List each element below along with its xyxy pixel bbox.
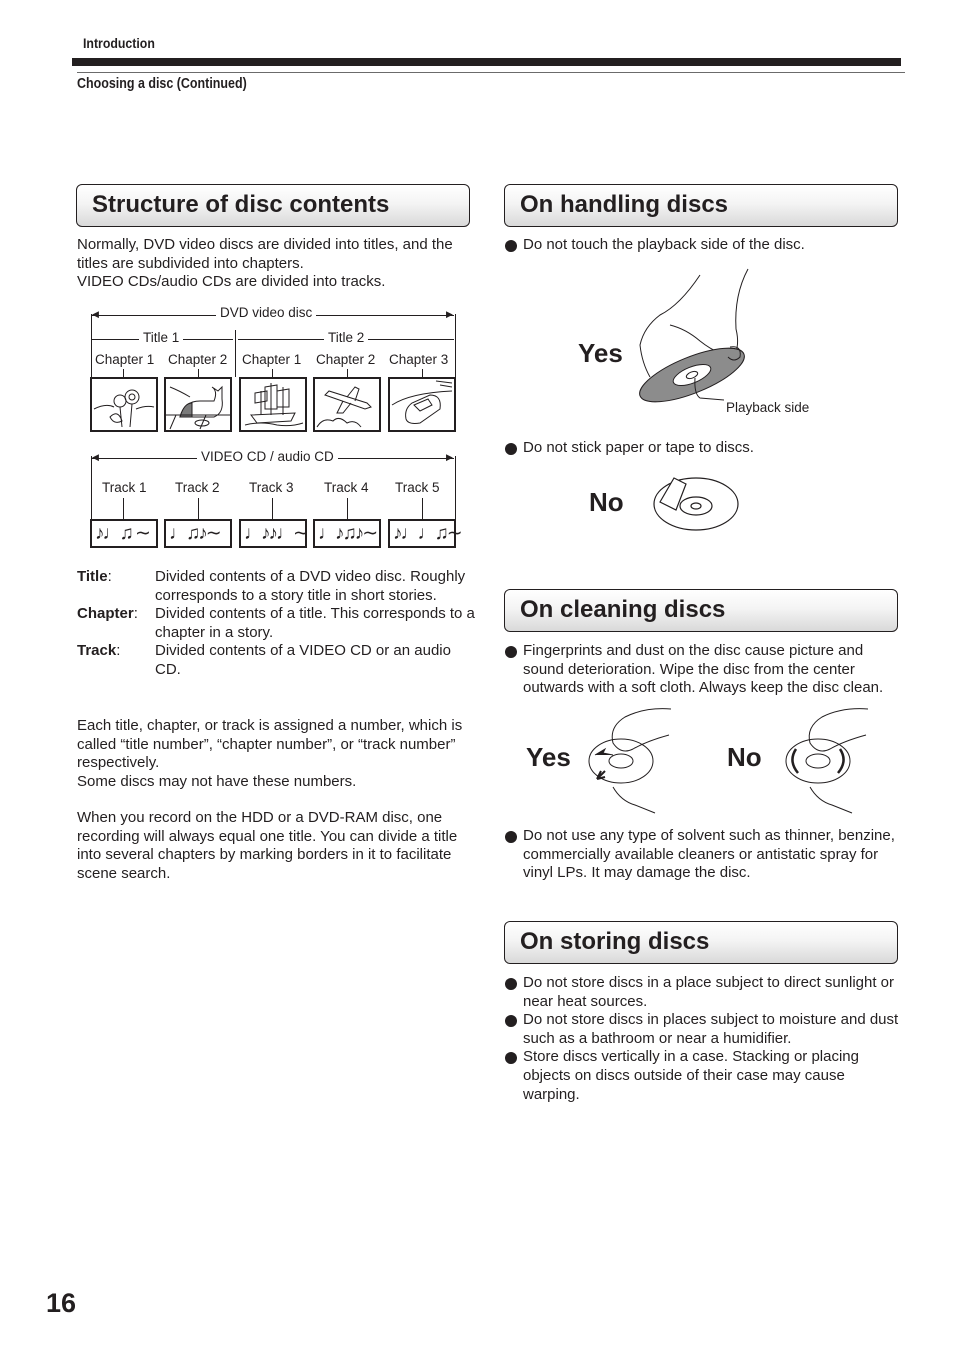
wipe-circular-icon	[782, 705, 872, 815]
handling-bullet-2: Do not stick paper or tape to discs.	[505, 439, 905, 458]
numbering-paragraph: Each title, chapter, or track is assigne…	[77, 717, 477, 791]
bullet-icon	[505, 443, 517, 455]
storing-heading: On storing discs	[504, 921, 898, 964]
track-label: Track 4	[324, 480, 369, 495]
bullet-text: Do not stick paper or tape to discs.	[523, 439, 754, 456]
bullet-text: Store discs vertically in a case. Stacki…	[523, 1048, 859, 1103]
definition-title: Title: Divided contents of a DVD video d…	[77, 568, 477, 605]
music-notes-icon: ♩♪♫♪∼	[313, 519, 381, 548]
track-label: Track 2	[175, 480, 220, 495]
hand-holding-disc-icon	[630, 265, 750, 405]
bullet-text: Do not use any type of solvent such as t…	[523, 827, 895, 882]
numbering-text: Each title, chapter, or track is assigne…	[77, 717, 463, 772]
wipe-outward-icon	[585, 705, 675, 815]
diagram-bracket-right	[455, 456, 456, 520]
playback-side-leader	[694, 377, 725, 408]
track-tick	[123, 498, 124, 520]
bullet-icon	[505, 1052, 517, 1065]
bullet-item: Do not stick paper or tape to discs.	[505, 439, 905, 458]
recording-paragraph: When you record on the HDD or a DVD-RAM …	[77, 809, 458, 882]
bullet-item: Do not store discs in places subject to …	[505, 1011, 905, 1048]
music-notes-icon: ♩♫♪∼	[164, 519, 232, 548]
cd-structure-diagram: ◀ ▶ VIDEO CD / audio CD Track 1 Track 2 …	[0, 0, 954, 560]
bullet-text: Do not store discs in places subject to …	[523, 1011, 899, 1047]
bullet-item: Store discs vertically in a case. Stacki…	[505, 1048, 905, 1104]
numbering-note: Some discs may not have these numbers.	[77, 772, 357, 790]
definition-desc: Divided contents of a title. This corres…	[155, 605, 475, 641]
bullet-text: Do not store discs in a place subject to…	[523, 974, 895, 1010]
handling-yes-label: Yes	[578, 338, 623, 368]
bullet-icon	[505, 978, 517, 990]
definition-desc: Divided contents of a DVD video disc. Ro…	[155, 568, 466, 604]
bullet-icon	[505, 240, 517, 252]
term-title: Title	[77, 568, 108, 585]
music-notes-icon: ♪♩♫ ∼	[90, 519, 158, 548]
bullet-text: Do not touch the playback side of the di…	[523, 236, 805, 253]
track-tick	[272, 498, 273, 520]
definition-track: Track: Divided contents of a VIDEO CD or…	[77, 642, 477, 679]
bullet-icon	[505, 831, 517, 843]
term-track: Track	[77, 642, 117, 660]
disc-with-tape-icon	[650, 470, 742, 534]
definition-term: Chapter:	[77, 605, 138, 623]
definition-term: Title:	[77, 568, 112, 585]
cleaning-bullet-1: Fingerprints and dust on the disc cause …	[505, 642, 905, 698]
handling-heading: On handling discs	[504, 184, 898, 227]
storing-bullets: Do not store discs in a place subject to…	[505, 974, 905, 1104]
track-label: Track 3	[249, 480, 294, 495]
music-notes-icon: ♩♪♪♩∼	[239, 519, 309, 548]
bullet-text: Fingerprints and dust on the disc cause …	[523, 642, 884, 697]
bullet-item: Do not store discs in a place subject to…	[505, 974, 905, 1011]
bullet-icon	[505, 646, 517, 658]
cleaning-no-label: No	[727, 742, 762, 772]
track-label: Track 1	[102, 480, 147, 495]
definition-term: Track:	[77, 642, 121, 660]
term-chapter: Chapter	[77, 605, 134, 623]
cleaning-bullet-2: Do not use any type of solvent such as t…	[505, 827, 905, 883]
cd-disc-label: VIDEO CD / audio CD	[197, 449, 338, 464]
diagram-bracket-left	[91, 456, 92, 520]
definition-chapter: Chapter: Divided contents of a title. Th…	[77, 605, 477, 642]
track-label: Track 5	[395, 480, 440, 495]
track-tick	[422, 498, 423, 520]
arrow-head-right-icon: ▶	[446, 452, 453, 462]
page-number: 16	[46, 1288, 77, 1318]
arrow-head-left-icon: ◀	[92, 452, 99, 462]
track-tick	[198, 498, 199, 520]
playback-side-label: Playback side	[726, 400, 810, 415]
track-tick	[347, 498, 348, 520]
cleaning-yes-label: Yes	[526, 742, 571, 772]
definition-desc: Divided contents of a VIDEO CD or an aud…	[155, 642, 451, 678]
bullet-item: Do not use any type of solvent such as t…	[505, 827, 905, 883]
handling-bullet-1: Do not touch the playback side of the di…	[505, 236, 905, 255]
bullet-icon	[505, 1015, 517, 1028]
bullet-item: Do not touch the playback side of the di…	[505, 236, 905, 255]
bullet-item: Fingerprints and dust on the disc cause …	[505, 642, 905, 698]
definitions-list: Title: Divided contents of a DVD video d…	[77, 568, 477, 680]
handling-no-label: No	[589, 487, 624, 517]
music-notes-icon: ♪♩♩♫∼	[388, 519, 463, 548]
cleaning-heading: On cleaning discs	[504, 589, 898, 632]
